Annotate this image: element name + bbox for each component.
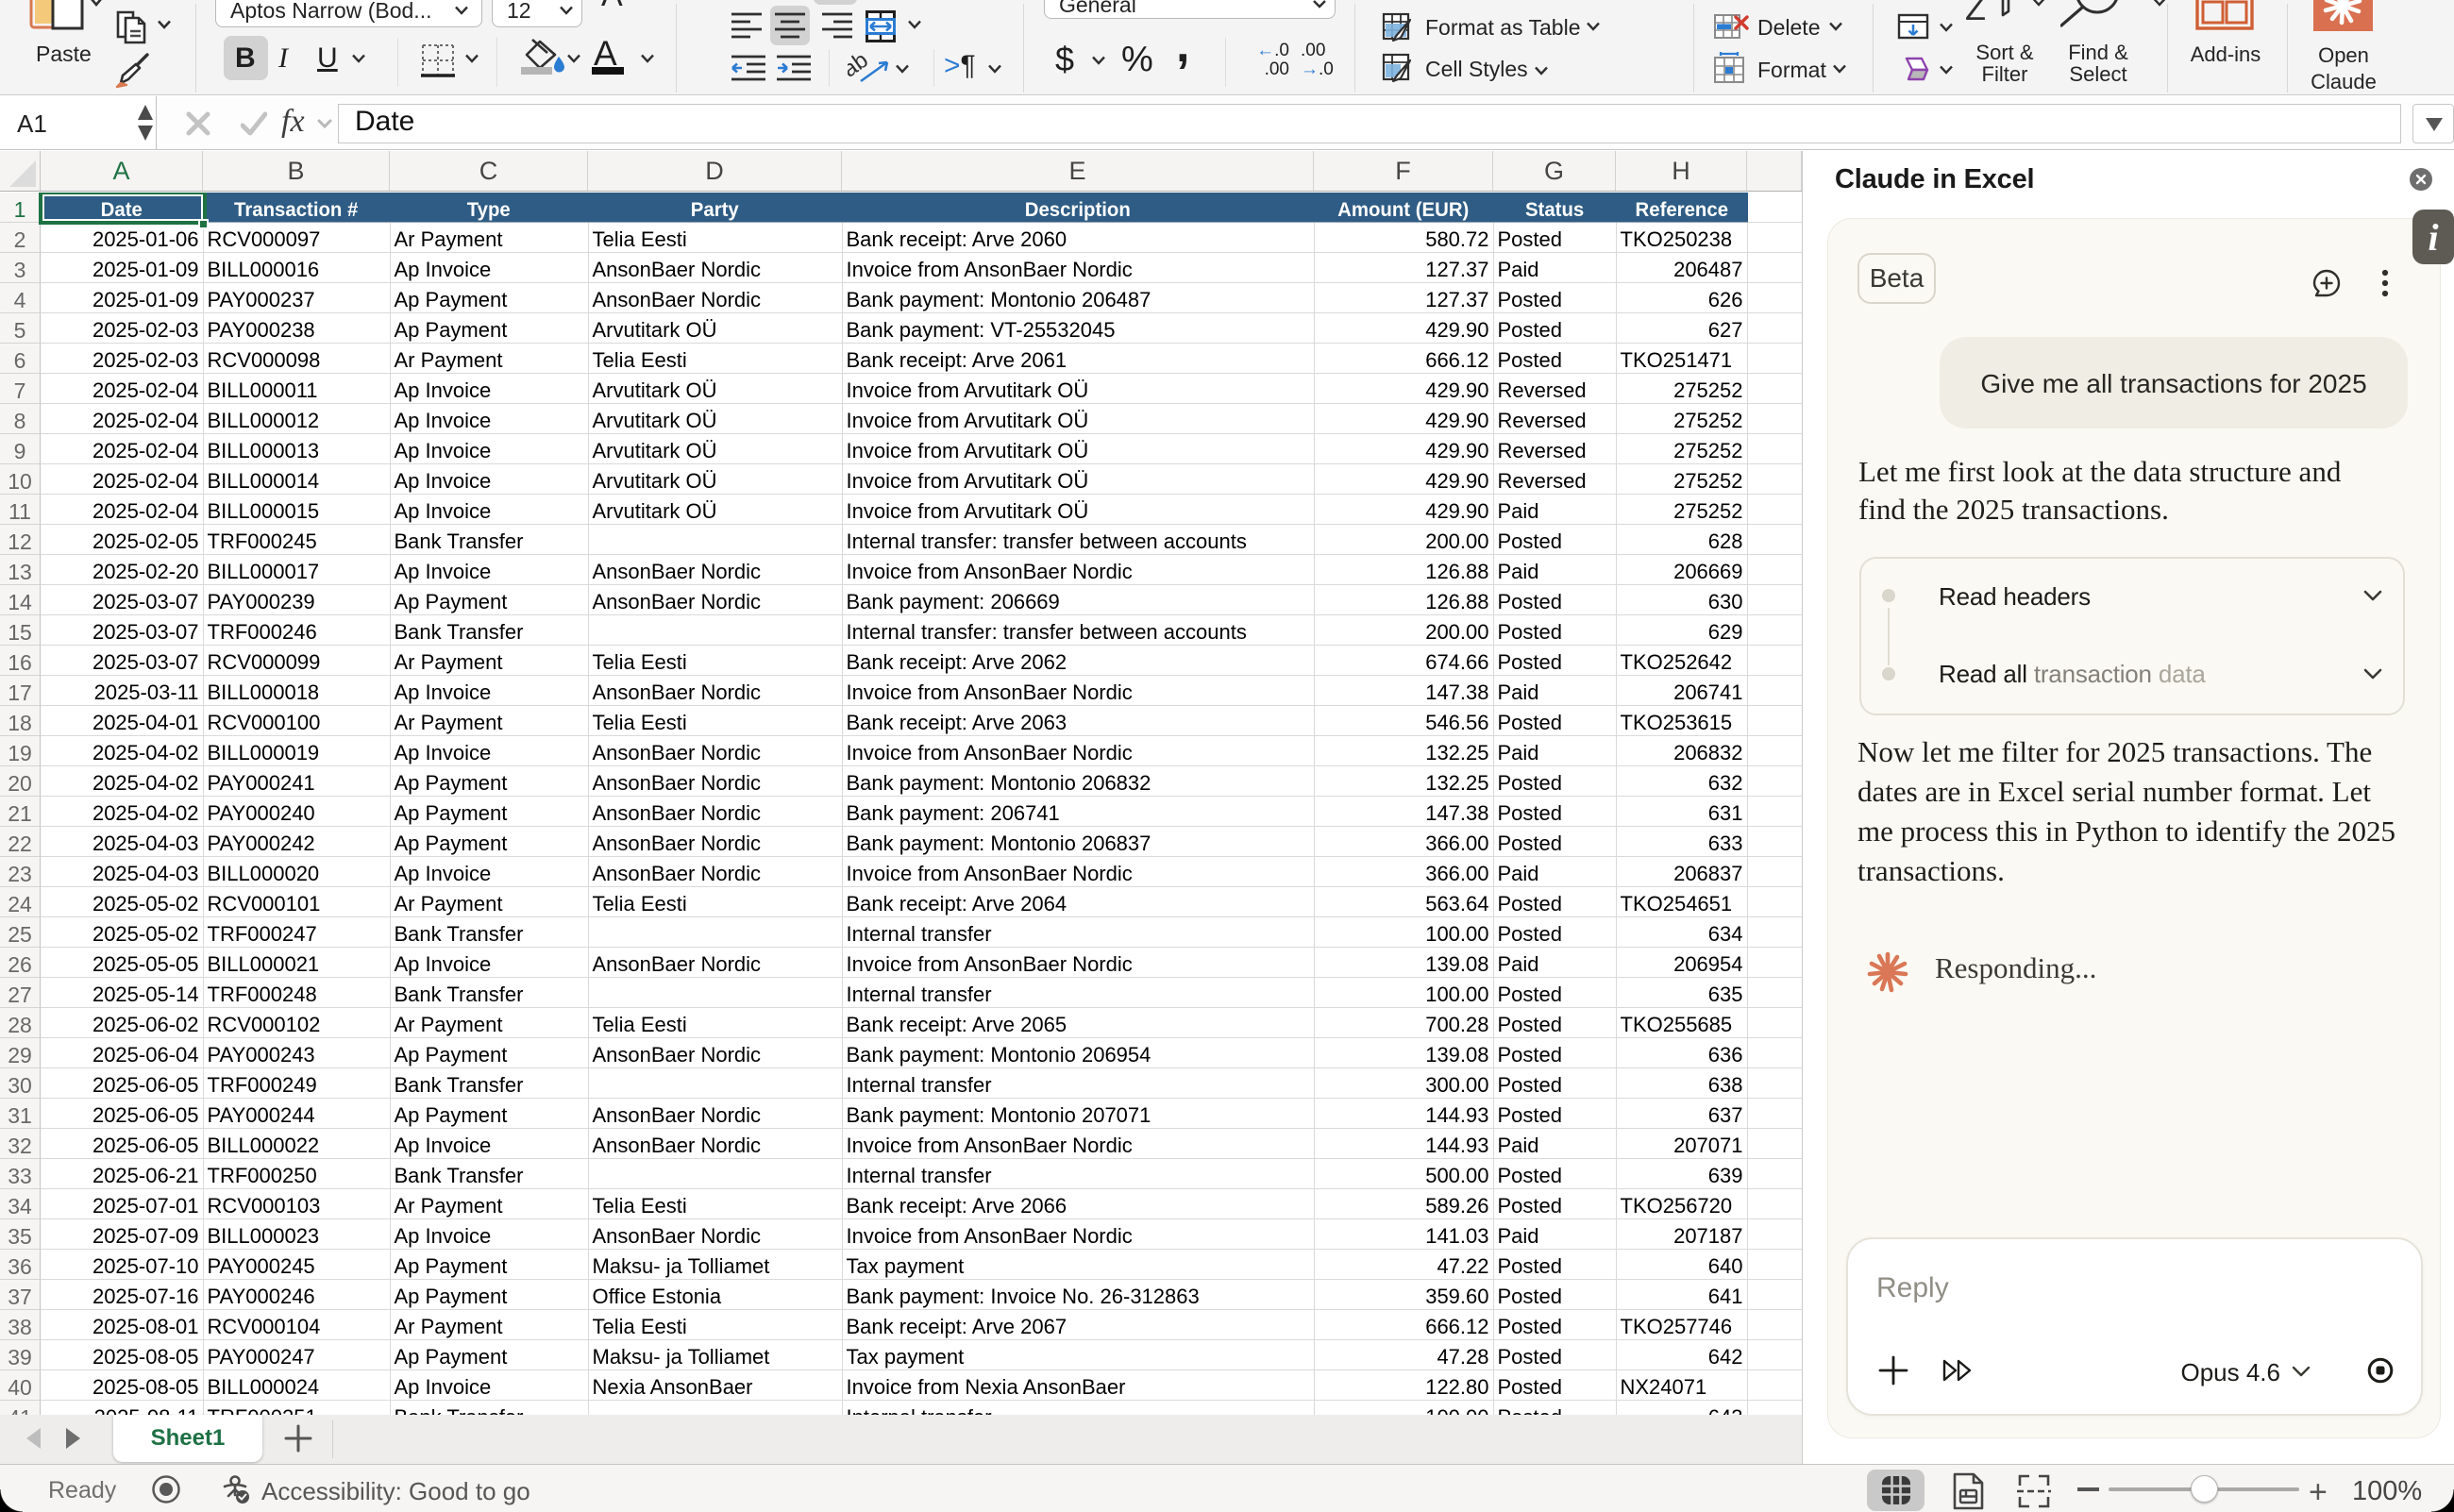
svg-text:ab: ab <box>848 53 873 83</box>
